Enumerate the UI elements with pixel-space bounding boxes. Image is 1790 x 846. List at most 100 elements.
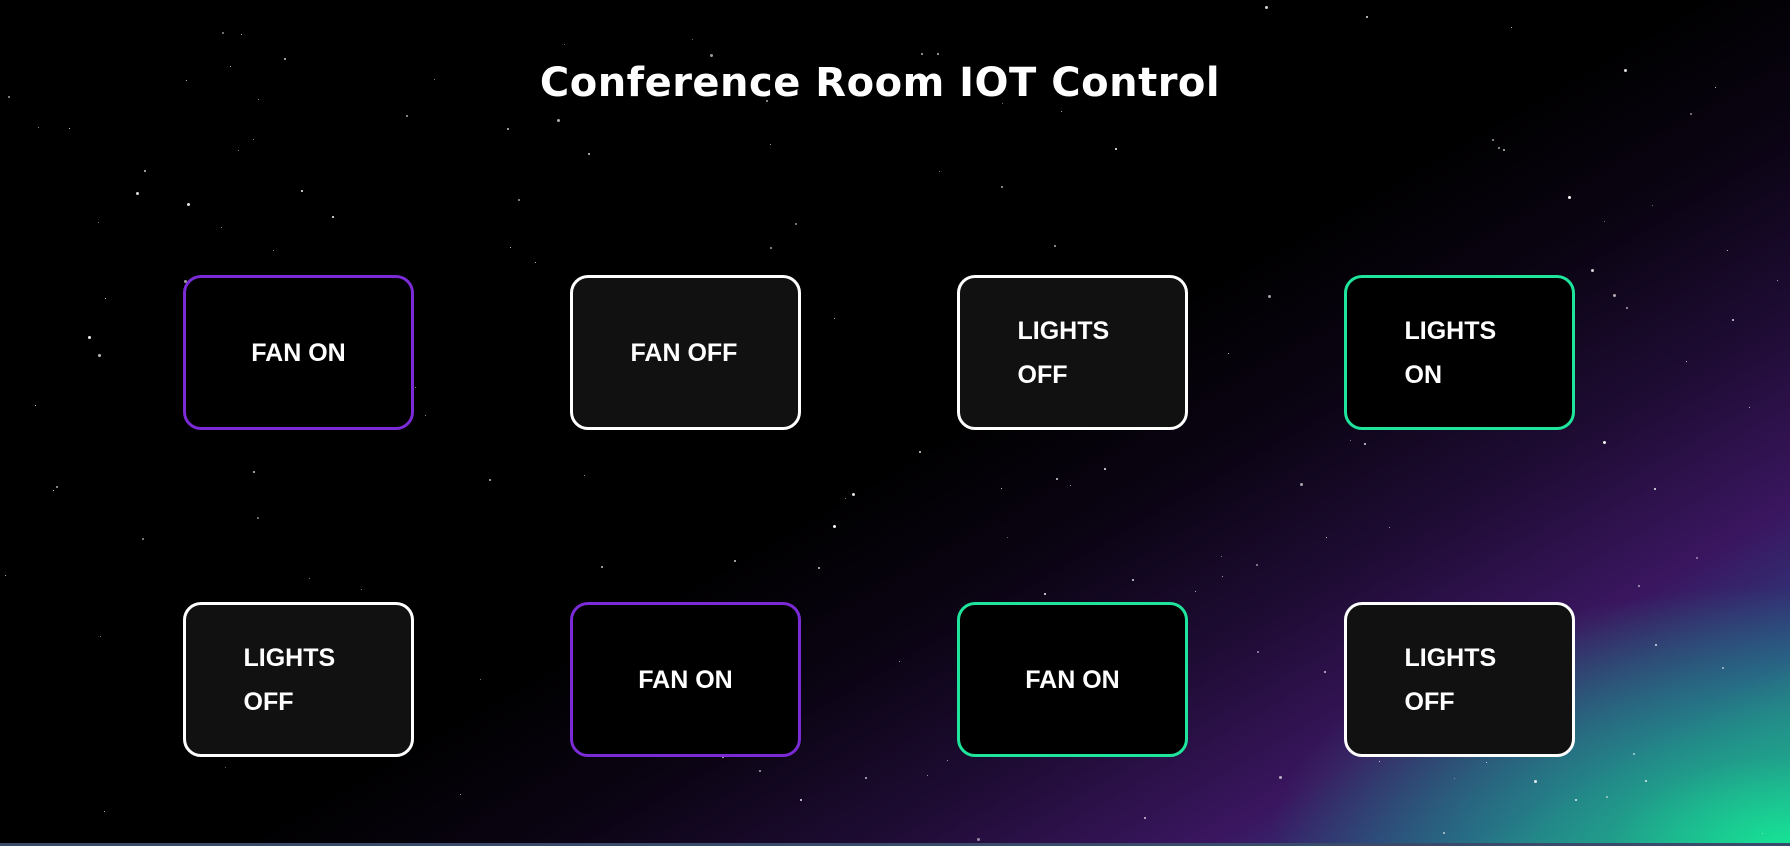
star-dot: [69, 128, 71, 130]
star-dot: [770, 144, 772, 146]
star-dot: [1511, 27, 1513, 29]
star-dot: [1443, 832, 1445, 834]
star-dot: [1604, 221, 1606, 223]
star-dot: [1655, 644, 1657, 646]
star-dot: [273, 250, 275, 252]
star-dot: [98, 354, 101, 357]
lights-off-button[interactable]: LIGHTS OFF: [183, 602, 414, 757]
control-grid: FAN ON FAN OFF LIGHTS OFF LIGHTS ON LIGH…: [183, 275, 1575, 757]
star-dot: [1498, 147, 1500, 149]
tile-label: FAN ON: [638, 665, 733, 694]
star-dot: [1722, 667, 1724, 669]
tile-label: FAN ON: [1025, 665, 1120, 694]
star-dot: [1486, 762, 1488, 764]
star-dot: [38, 127, 40, 129]
star-dot: [1492, 139, 1494, 141]
star-dot: [865, 777, 867, 779]
star-dot: [1144, 817, 1146, 819]
star-dot: [1686, 361, 1688, 363]
star-dot: [1265, 6, 1268, 9]
star-dot: [977, 838, 980, 841]
star-dot: [56, 486, 58, 488]
lights-off-button[interactable]: LIGHTS OFF: [957, 275, 1188, 430]
star-dot: [1503, 149, 1505, 151]
tile-label: FAN ON: [251, 338, 346, 367]
star-dot: [1001, 186, 1003, 188]
star-dot: [35, 405, 37, 407]
star-dot: [301, 190, 303, 192]
star-dot: [1534, 780, 1537, 783]
star-dot: [800, 799, 802, 801]
page-title: Conference Room IOT Control: [539, 60, 1221, 106]
star-dot: [100, 636, 102, 638]
star-dot: [1652, 205, 1654, 207]
star-dot: [332, 216, 334, 218]
star-dot: [1749, 407, 1751, 409]
star-dot: [1279, 776, 1282, 779]
fan-on-button[interactable]: FAN ON: [183, 275, 414, 430]
star-dot: [692, 39, 694, 41]
star-dot: [136, 192, 139, 195]
star-dot: [795, 223, 797, 225]
star-dot: [1696, 557, 1698, 559]
star-dot: [710, 54, 713, 57]
star-dot: [507, 128, 509, 130]
tile-label: LIGHTS OFF: [1017, 316, 1110, 389]
star-dot: [5, 575, 7, 577]
star-dot: [221, 227, 223, 229]
tile-label: LIGHTS ON: [1404, 316, 1497, 389]
star-dot: [510, 247, 512, 249]
star-dot: [927, 775, 929, 777]
star-dot: [1115, 148, 1117, 150]
star-dot: [518, 199, 520, 201]
star-dot: [921, 53, 923, 55]
star-dot: [770, 247, 772, 249]
star-dot: [947, 760, 949, 762]
star-dot: [1379, 761, 1381, 763]
star-dot: [460, 794, 462, 796]
star-dot: [937, 53, 939, 55]
star-dot: [588, 153, 590, 155]
star-dot: [1575, 799, 1577, 801]
star-dot: [142, 538, 144, 540]
star-dot: [1054, 245, 1056, 247]
tile-label: LIGHTS OFF: [1404, 643, 1497, 716]
fan-on-button[interactable]: FAN ON: [957, 602, 1188, 757]
star-dot: [1568, 196, 1571, 199]
star-dot: [564, 44, 566, 46]
star-dot: [253, 139, 255, 141]
starfield-background: Conference Room IOT Control FAN ON FAN O…: [0, 0, 1790, 846]
fan-off-button[interactable]: FAN OFF: [570, 275, 801, 430]
star-dot: [1732, 319, 1734, 321]
star-dot: [406, 115, 408, 117]
star-dot: [105, 298, 107, 300]
star-dot: [104, 811, 106, 813]
star-dot: [1061, 111, 1063, 113]
star-dot: [222, 32, 224, 34]
star-dot: [225, 767, 227, 769]
star-dot: [241, 34, 243, 36]
fan-on-button[interactable]: FAN ON: [570, 602, 801, 757]
tile-label: FAN OFF: [630, 338, 738, 367]
star-dot: [1633, 753, 1635, 755]
star-dot: [1603, 441, 1606, 444]
star-dot: [1454, 778, 1456, 780]
lights-on-button[interactable]: LIGHTS ON: [1344, 275, 1575, 430]
star-dot: [939, 171, 941, 173]
star-dot: [238, 150, 240, 152]
star-dot: [1606, 796, 1608, 798]
star-dot: [53, 490, 55, 492]
star-dot: [98, 222, 100, 224]
star-dot: [1727, 250, 1729, 252]
star-dot: [187, 203, 190, 206]
lights-off-button[interactable]: LIGHTS OFF: [1344, 602, 1575, 757]
star-dot: [535, 262, 537, 264]
star-dot: [557, 119, 560, 122]
star-dot: [1762, 833, 1764, 835]
star-dot: [759, 770, 761, 772]
star-dot: [1777, 280, 1779, 282]
star-dot: [88, 336, 91, 339]
star-dot: [1654, 488, 1656, 490]
star-dot: [1626, 307, 1628, 309]
star-dot: [1613, 294, 1616, 297]
